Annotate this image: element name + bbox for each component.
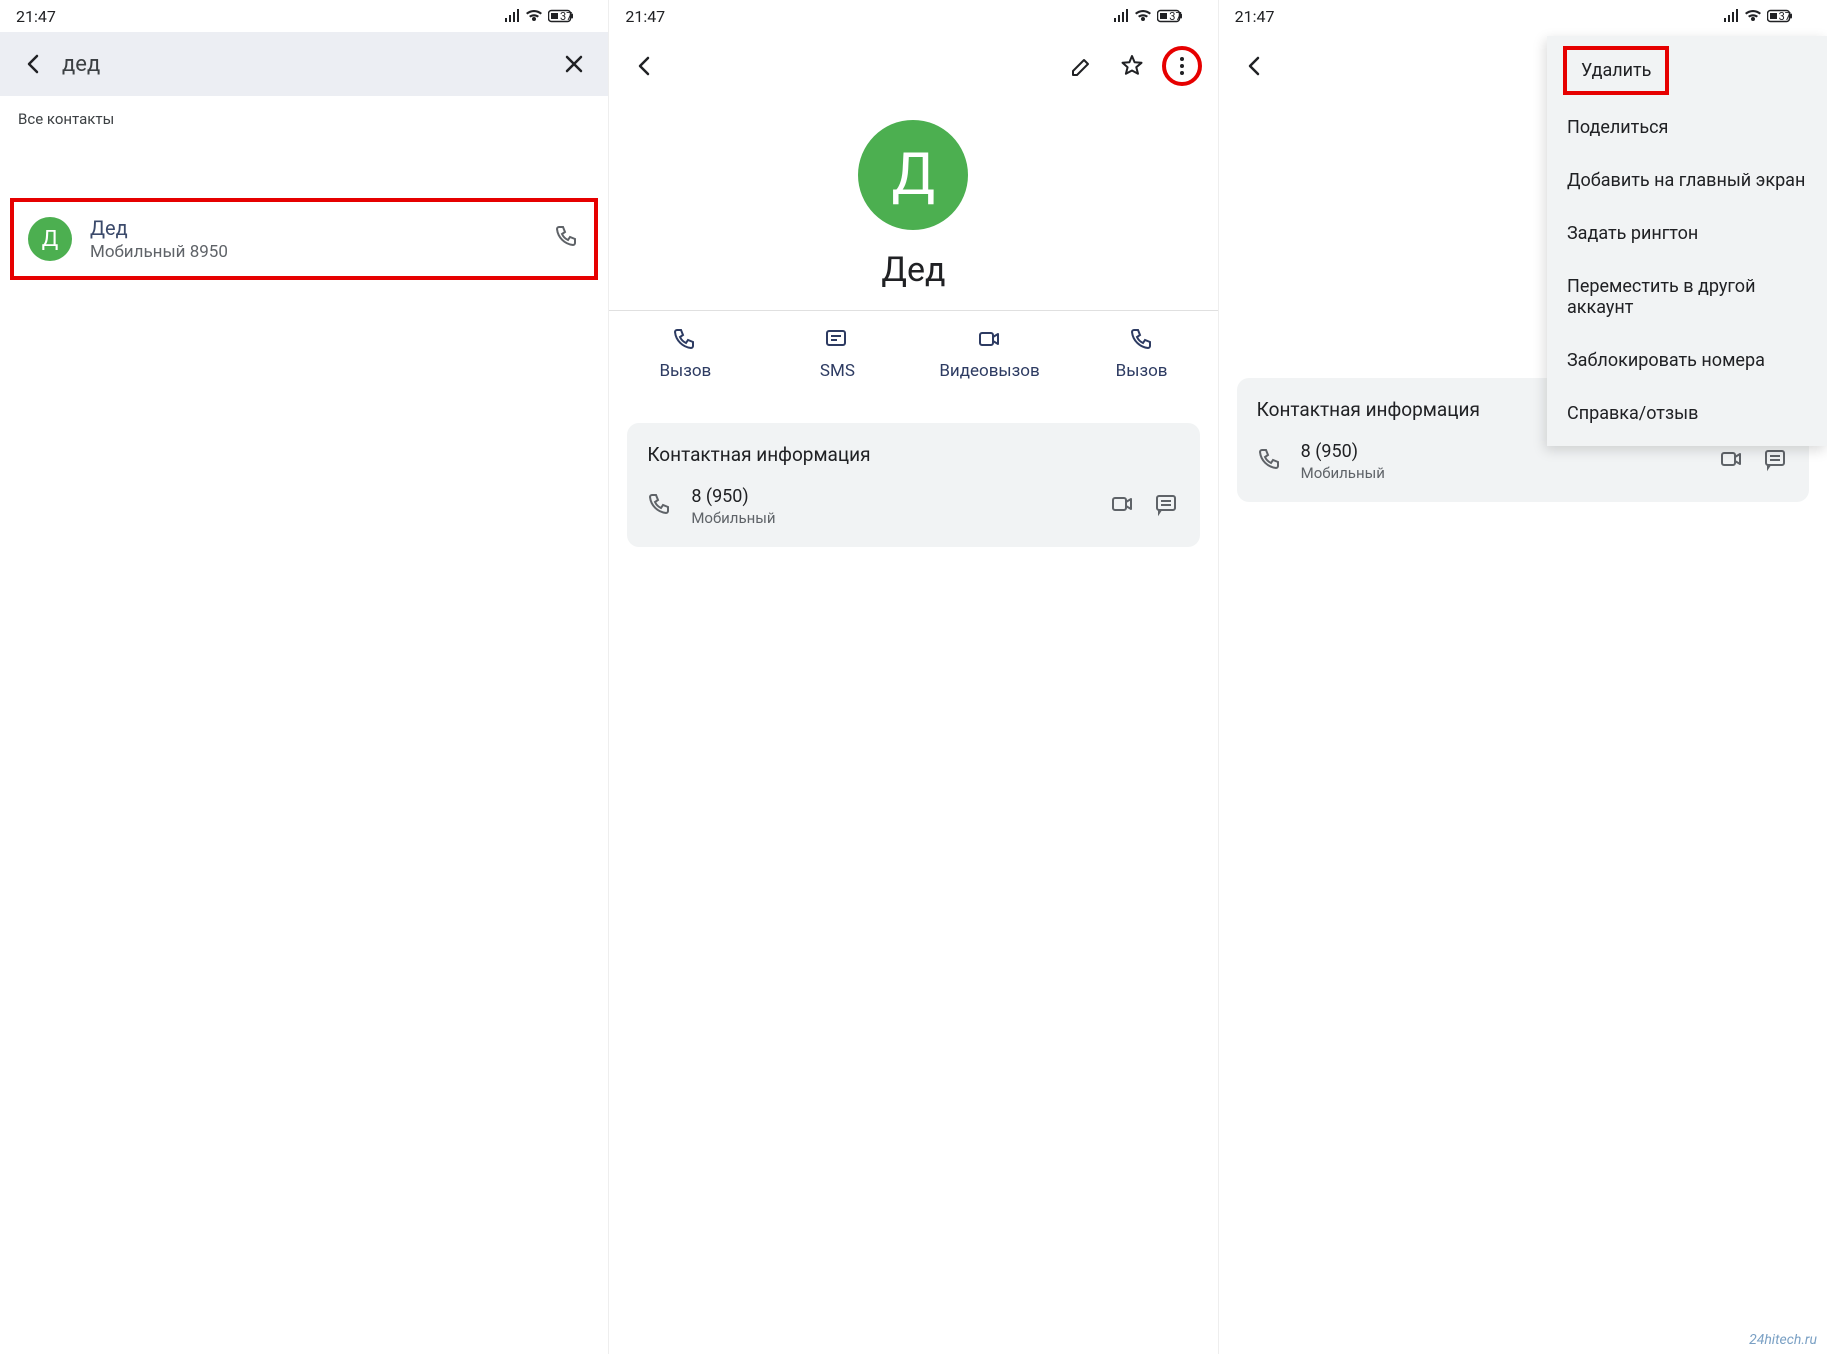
phone-type: Мобильный (1301, 464, 1701, 482)
menu-item-delete[interactable]: Удалить (1563, 46, 1669, 95)
contact-info-card: Контактная информация 8 (950) Мобильный (627, 423, 1199, 547)
search-pane: 21:47 37 дед Все контакты Д Дед Мобильны… (0, 0, 608, 1354)
menu-item-block[interactable]: Заблокировать номера (1547, 334, 1827, 387)
menu-item-ringtone[interactable]: Задать рингтон (1547, 207, 1827, 260)
back-button[interactable] (18, 48, 50, 80)
back-button[interactable] (625, 46, 665, 86)
action-sms[interactable]: SMS (761, 327, 913, 381)
search-query[interactable]: дед (62, 52, 558, 77)
message-icon[interactable] (1154, 492, 1180, 522)
menu-item-move-account[interactable]: Переместить в другой аккаунт (1547, 260, 1827, 334)
status-bar: 21:47 37 (1219, 0, 1827, 32)
avatar: Д (28, 217, 72, 261)
signal-icon (504, 9, 520, 23)
section-all-contacts: Все контакты (0, 96, 608, 138)
wifi-icon (1745, 9, 1761, 23)
menu-item-add-home[interactable]: Добавить на главный экран (1547, 154, 1827, 207)
signal-icon (1723, 9, 1739, 23)
phone-icon[interactable] (554, 224, 580, 254)
status-bar: 21:47 37 (609, 0, 1217, 32)
phone-row[interactable]: 8 (950) Мобильный (1257, 441, 1789, 482)
wifi-icon (1135, 9, 1151, 23)
contact-sub: Мобильный 8950 (90, 242, 554, 262)
status-time: 21:47 (16, 7, 56, 26)
battery-pct: 37 (1169, 10, 1181, 23)
favorite-button[interactable] (1112, 46, 1152, 86)
contact-title: Дед (609, 250, 1217, 290)
phone-icon (647, 492, 673, 522)
toolbar (609, 32, 1217, 100)
status-time: 21:47 (1235, 7, 1275, 26)
phone-row[interactable]: 8 (950) Мобильный (647, 486, 1179, 527)
phone-type: Мобильный (691, 509, 1091, 527)
menu-item-share[interactable]: Поделиться (1547, 101, 1827, 154)
more-button[interactable] (1162, 46, 1202, 86)
contact-row[interactable]: Д Дед Мобильный 8950 (10, 198, 598, 280)
video-icon[interactable] (1719, 447, 1745, 477)
signal-icon (1113, 9, 1129, 23)
battery-pct: 37 (560, 10, 572, 23)
back-button[interactable] (1235, 46, 1275, 86)
overflow-menu: Удалить Поделиться Добавить на главный э… (1547, 36, 1827, 446)
watermark: 24hitech.ru (1749, 1332, 1817, 1348)
message-icon[interactable] (1763, 447, 1789, 477)
contact-name: Дед (90, 216, 554, 240)
info-card-title: Контактная информация (647, 443, 1179, 466)
battery-pct: 37 (1779, 10, 1791, 23)
phone-icon (1257, 447, 1283, 477)
avatar-large: Д (858, 120, 968, 230)
action-call[interactable]: Вызов (609, 327, 761, 381)
action-video[interactable]: Видеовызов (913, 327, 1065, 381)
action-row: Вызов SMS Видеовызов Вызов (609, 310, 1217, 405)
status-time: 21:47 (625, 7, 665, 26)
video-icon[interactable] (1110, 492, 1136, 522)
search-header: дед (0, 32, 608, 96)
contact-menu-pane: 21:47 37 Удалить Поделиться Добавить на … (1218, 0, 1827, 1354)
phone-number: 8 (950) (691, 486, 1091, 507)
wifi-icon (526, 9, 542, 23)
status-bar: 21:47 37 (0, 0, 608, 32)
menu-item-help[interactable]: Справка/отзыв (1547, 387, 1827, 440)
action-call-2[interactable]: Вызов (1066, 327, 1218, 381)
edit-button[interactable] (1062, 46, 1102, 86)
clear-button[interactable] (558, 48, 590, 80)
contact-detail-pane: 21:47 37 Д Дед Вызов SMS (608, 0, 1217, 1354)
